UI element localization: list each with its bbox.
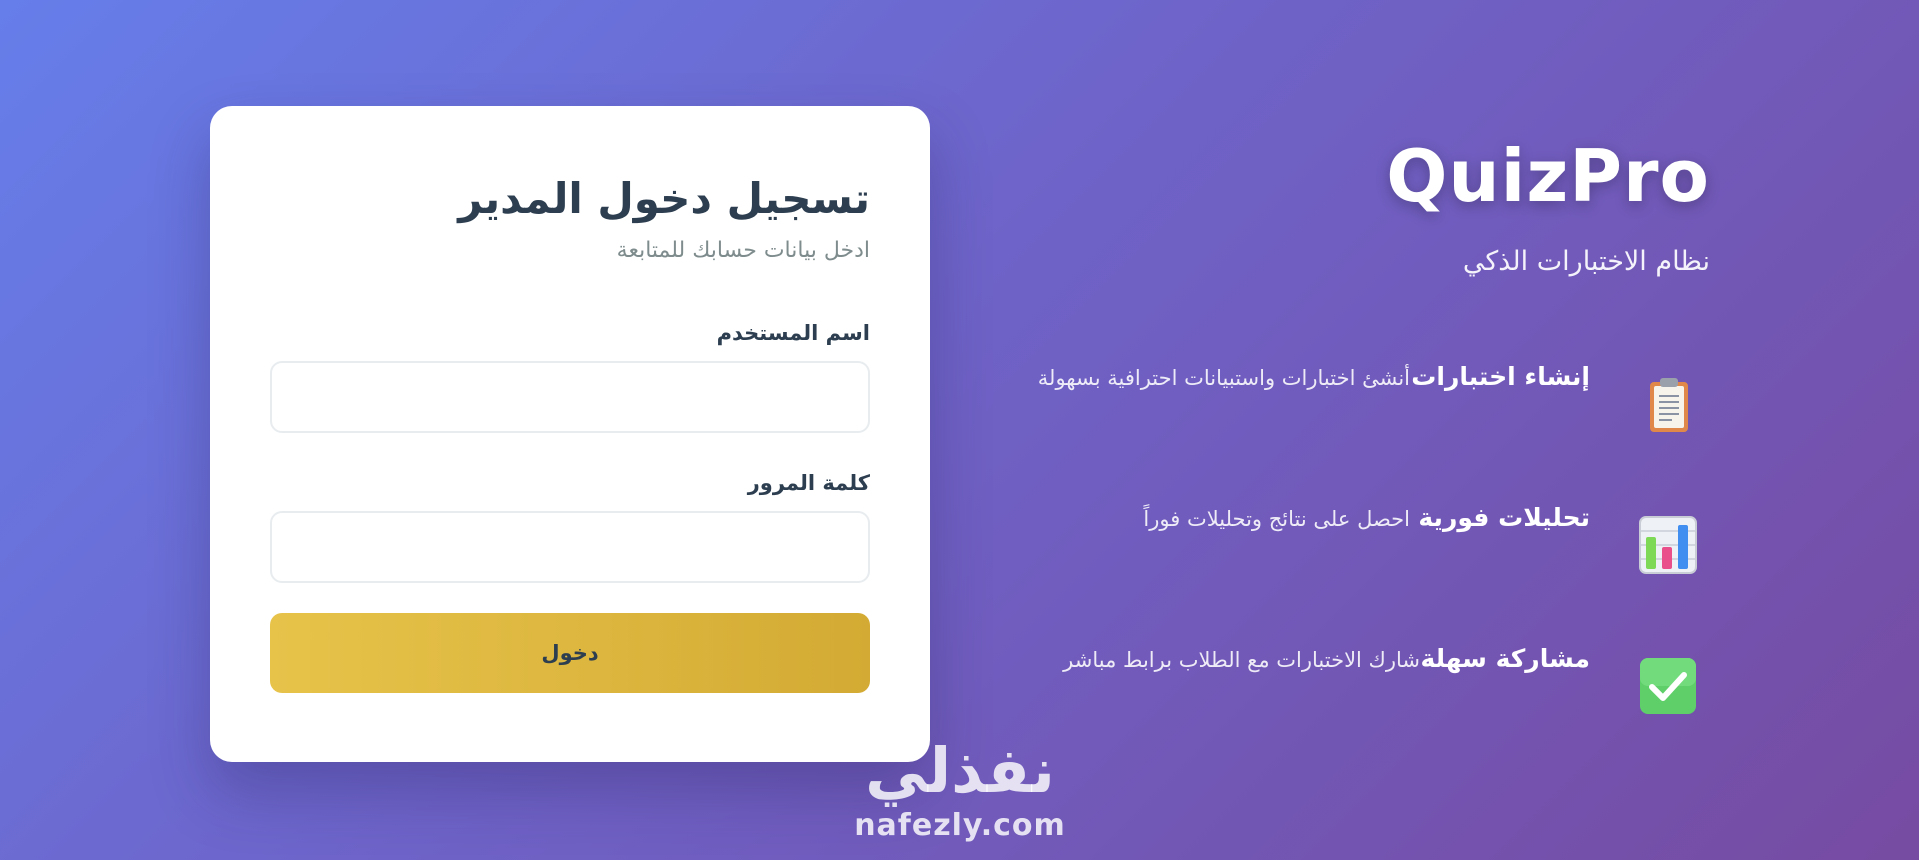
feature-description: شارك الاختبارات مع الطلاب برابط مباشر xyxy=(1063,648,1420,672)
clipboard-icon xyxy=(1636,372,1700,436)
login-title: تسجيل دخول المدير xyxy=(458,174,870,223)
login-button[interactable]: دخول xyxy=(270,613,870,694)
feature-description: أنشئ اختبارات واستبيانات احترافية بسهولة xyxy=(1037,366,1410,390)
brand-name: QuizPro xyxy=(1386,134,1710,218)
login-card: تسجيل دخول المدير ادخل بيانات حسابك للمت… xyxy=(210,106,930,762)
watermark-url: nafezly.com xyxy=(854,808,1066,843)
username-input[interactable] xyxy=(270,361,870,434)
feature-instant-analytics: تحليلات فورية احصل على نتائج وتحليلات فو… xyxy=(1000,503,1710,583)
brand-tagline: نظام الاختبارات الذكي xyxy=(1462,246,1710,277)
login-subtitle: ادخل بيانات حسابك للمتابعة xyxy=(616,238,870,264)
bar-chart-icon xyxy=(1636,513,1700,577)
feature-easy-sharing: مشاركة سهلة شارك الاختبارات مع الطلاب بر… xyxy=(1000,644,1710,724)
password-input[interactable] xyxy=(270,511,870,584)
watermark-arabic: نفذلي xyxy=(865,734,1055,807)
hero-section: QuizPro نظام الاختبارات الذكي إنشاء اختب… xyxy=(1000,0,1710,860)
feature-title: إنشاء اختبارات xyxy=(1411,362,1590,391)
feature-create-quizzes: إنشاء اختبارات أنشئ اختبارات واستبيانات … xyxy=(1000,362,1710,442)
feature-description: احصل على نتائج وتحليلات فوراً xyxy=(1143,507,1410,531)
check-box-icon xyxy=(1636,654,1700,718)
watermark: نفذلي nafezly.com xyxy=(848,734,1072,844)
feature-title: مشاركة سهلة xyxy=(1420,644,1590,673)
password-label: كلمة المرور xyxy=(747,471,870,496)
feature-title: تحليلات فورية xyxy=(1418,503,1590,532)
username-label: اسم المستخدم xyxy=(716,321,870,346)
